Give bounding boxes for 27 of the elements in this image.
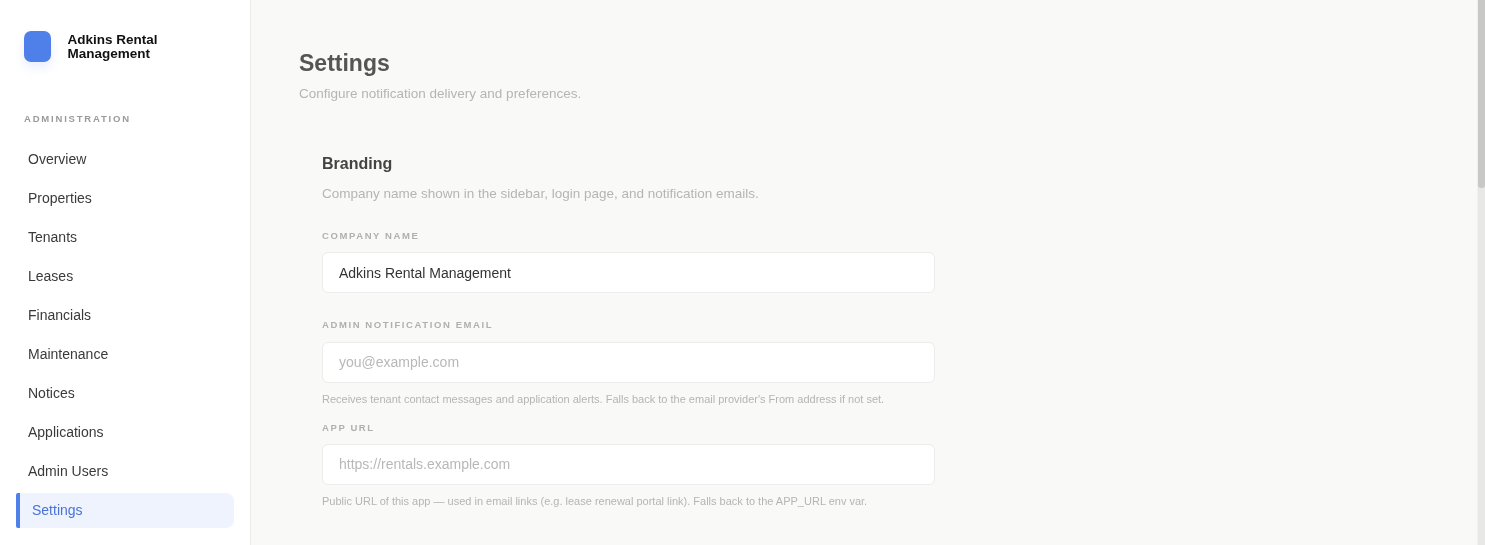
section-heading: ADMINISTRATION [24, 112, 132, 126]
sidebar-item[interactable]: Financials [16, 298, 234, 334]
scrollbar-thumb[interactable] [1478, 0, 1485, 188]
brand-name: Adkins Rental Management [67, 32, 159, 61]
section-description: Company name shown in the sidebar, login page, and notification emails. [322, 184, 760, 203]
help-text: Receives tenant contact messages and application alerts. Falls back to the email provider's From address if not set. [322, 391, 886, 407]
input-field[interactable]: you@example.com [322, 341, 935, 383]
sidebar-item[interactable]: Tenants [16, 220, 234, 256]
sidebar-item[interactable]: Notices [16, 376, 234, 412]
sidebar-item[interactable]: Maintenance [16, 337, 234, 373]
sidebar-item[interactable]: Admin Users [16, 454, 234, 490]
scrollbar[interactable] [1477, 0, 1485, 545]
input-field[interactable]: https://rentals.example.com [322, 443, 935, 485]
sidebar-item[interactable]: Overview [16, 142, 234, 178]
input-field[interactable]: Adkins Rental Management [322, 252, 935, 294]
sidebar-item[interactable]: Settings [16, 493, 234, 529]
sidebar-item[interactable]: Leases [16, 259, 234, 295]
sidebar-item[interactable]: Applications [16, 415, 234, 451]
section-title: Branding [322, 153, 394, 174]
field-label: COMPANY NAME [322, 229, 421, 244]
page-title: Settings [299, 50, 391, 78]
logo-icon [24, 31, 52, 62]
field-label: ADMIN NOTIFICATION EMAIL [322, 318, 495, 333]
page-subtitle: Configure notification delivery and preferences. [299, 84, 583, 103]
field-label: APP URL [322, 420, 376, 435]
sidebar-item[interactable]: Properties [16, 181, 234, 217]
help-text: Public URL of this app — used in email links (e.g. lease renewal portal link). Falls back to the APP_URL env var. [322, 493, 869, 509]
